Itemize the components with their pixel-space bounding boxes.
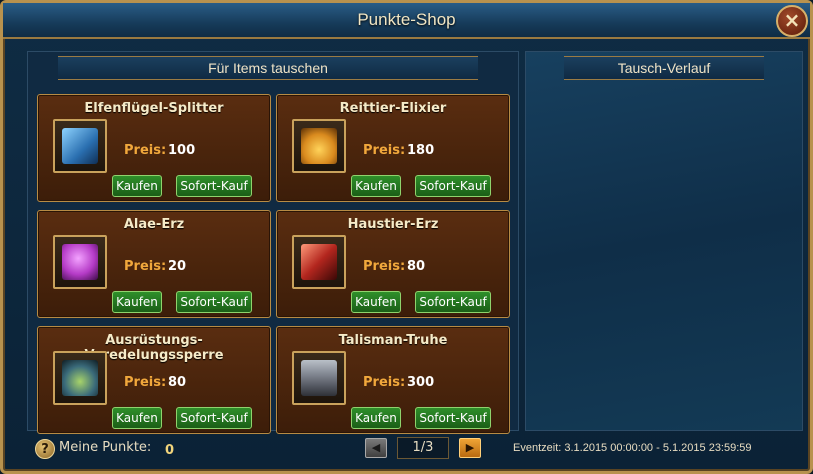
history-panel-header: Tausch-Verlauf — [564, 56, 764, 80]
price-value: 300 — [407, 375, 435, 390]
price-label: Preis: — [124, 143, 167, 158]
item-frame — [53, 119, 107, 173]
item-name: Haustier-Erz — [347, 217, 439, 232]
points-shop-window: Punkte-Shop × Für Items tauschen Elfenfl… — [0, 0, 813, 474]
history-panel: Tausch-Verlauf — [525, 51, 803, 431]
exchange-panel: Für Items tauschen Elfenflügel-Splitter … — [27, 51, 519, 434]
buy-button[interactable]: Kaufen — [112, 407, 162, 429]
price-value: 100 — [168, 143, 196, 158]
help-icon[interactable]: ? — [35, 439, 55, 459]
purple-ore-icon — [62, 244, 98, 280]
page-indicator: 1/3 — [397, 437, 449, 459]
price-label: Preis: — [363, 375, 406, 390]
buy-button[interactable]: Kaufen — [351, 175, 401, 197]
buy-button[interactable]: Kaufen — [351, 291, 401, 313]
instant-buy-button[interactable]: Sofort-Kauf — [415, 407, 491, 429]
item-card: Elfenflügel-Splitter Preis: 100 Kaufen S… — [37, 94, 271, 202]
padlock-icon — [62, 360, 98, 396]
price-value: 80 — [168, 375, 187, 390]
elixir-bottles-icon — [301, 128, 337, 164]
item-card: Ausrüstungs-Veredelungssperre Preis: 80 … — [37, 326, 271, 434]
event-time: Eventzeit: 3.1.2015 00:00:00 - 5.1.2015 … — [513, 442, 752, 454]
price-label: Preis: — [363, 259, 406, 274]
title-bar: Punkte-Shop × — [3, 3, 810, 39]
item-card: Alae-Erz Preis: 20 Kaufen Sofort-Kauf — [37, 210, 271, 318]
price-label: Preis: — [124, 375, 167, 390]
chest-icon — [301, 360, 337, 396]
item-name: Elfenflügel-Splitter — [84, 101, 224, 116]
item-frame — [292, 119, 346, 173]
my-points-value: 0 — [165, 443, 175, 458]
buy-button[interactable]: Kaufen — [112, 291, 162, 313]
instant-buy-button[interactable]: Sofort-Kauf — [176, 407, 252, 429]
price-value: 20 — [168, 259, 187, 274]
item-frame — [292, 351, 346, 405]
my-points-label: Meine Punkte: — [59, 440, 152, 455]
instant-buy-button[interactable]: Sofort-Kauf — [176, 291, 252, 313]
price-value: 180 — [407, 143, 435, 158]
price-label: Preis: — [124, 259, 167, 274]
price-value: 80 — [407, 259, 426, 274]
item-frame — [53, 351, 107, 405]
item-card: Haustier-Erz Preis: 80 Kaufen Sofort-Kau… — [276, 210, 510, 318]
item-frame — [53, 235, 107, 289]
instant-buy-button[interactable]: Sofort-Kauf — [415, 291, 491, 313]
footer-bar: ? Meine Punkte: 0 ◀ 1/3 ▶ Eventzeit: 3.1… — [3, 433, 810, 473]
item-name: Talisman-Truhe — [338, 333, 448, 348]
item-name: Alae-Erz — [123, 217, 185, 232]
next-page-button[interactable]: ▶ — [459, 438, 481, 458]
item-frame — [292, 235, 346, 289]
close-button[interactable]: × — [776, 5, 808, 37]
buy-button[interactable]: Kaufen — [351, 407, 401, 429]
red-ore-icon — [301, 244, 337, 280]
item-card: Talisman-Truhe Preis: 300 Kaufen Sofort-… — [276, 326, 510, 434]
wing-shard-icon — [62, 128, 98, 164]
instant-buy-button[interactable]: Sofort-Kauf — [415, 175, 491, 197]
previous-page-button[interactable]: ◀ — [365, 438, 387, 458]
exchange-panel-header: Für Items tauschen — [58, 56, 478, 80]
item-name: Reittier-Elixier — [339, 101, 447, 116]
instant-buy-button[interactable]: Sofort-Kauf — [176, 175, 252, 197]
price-label: Preis: — [363, 143, 406, 158]
window-title: Punkte-Shop — [357, 10, 456, 29]
buy-button[interactable]: Kaufen — [112, 175, 162, 197]
item-card: Reittier-Elixier Preis: 180 Kaufen Sofor… — [276, 94, 510, 202]
